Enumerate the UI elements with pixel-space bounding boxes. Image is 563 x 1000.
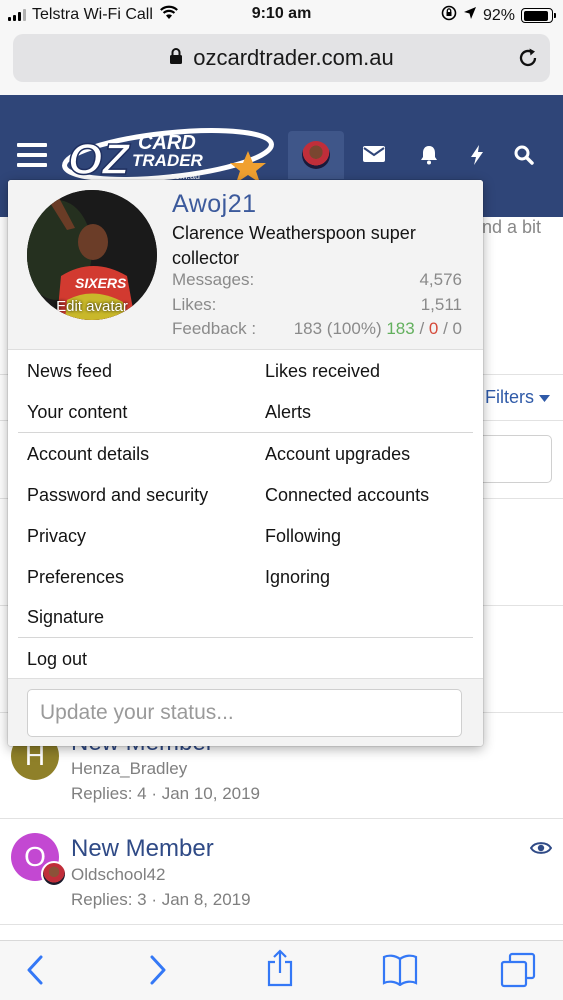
back-icon[interactable] bbox=[24, 953, 46, 992]
menu-divider bbox=[18, 637, 473, 638]
menu-link-preferences[interactable]: Preferences bbox=[27, 567, 124, 588]
status-bar: Telstra Wi-Fi Call 9:10 am 92% bbox=[0, 0, 563, 30]
lock-icon bbox=[169, 45, 183, 71]
feedback-neutral: 0 bbox=[452, 319, 462, 338]
edit-avatar-label[interactable]: Edit avatar bbox=[27, 298, 157, 315]
filters-button[interactable]: Filters bbox=[485, 387, 551, 408]
search-icon[interactable] bbox=[514, 145, 534, 170]
menu-link-account-details[interactable]: Account details bbox=[27, 444, 149, 465]
messages-stat[interactable]: Messages: 4,576 bbox=[172, 270, 462, 290]
feedback-label: Feedback : bbox=[172, 319, 257, 338]
feedback-separator: / bbox=[414, 319, 429, 338]
menu-link-log-out[interactable]: Log out bbox=[27, 649, 87, 670]
share-icon[interactable] bbox=[266, 949, 294, 992]
address-bar[interactable]: ozcardtrader.com.au bbox=[13, 34, 550, 82]
menu-link-alerts[interactable]: Alerts bbox=[265, 402, 311, 423]
address-text[interactable]: ozcardtrader.com.au bbox=[193, 45, 394, 71]
reload-icon[interactable] bbox=[516, 46, 540, 75]
feedback-stat[interactable]: Feedback : 183 (100%) 183 / 0 / 0 bbox=[172, 319, 462, 339]
menu-link-connected-accounts[interactable]: Connected accounts bbox=[265, 485, 429, 506]
account-menu-button[interactable] bbox=[288, 131, 344, 179]
status-update-input[interactable] bbox=[27, 689, 462, 737]
messages-value: 4,576 bbox=[419, 270, 462, 289]
divider bbox=[0, 924, 563, 925]
svg-text:TRADER: TRADER bbox=[132, 151, 204, 170]
menu-link-signature[interactable]: Signature bbox=[27, 607, 104, 628]
status-update-area bbox=[8, 678, 483, 746]
menu-link-account-upgrades[interactable]: Account upgrades bbox=[265, 444, 410, 465]
menu-link-privacy[interactable]: Privacy bbox=[27, 526, 86, 547]
header-avatar bbox=[302, 141, 330, 169]
menu-link-your-content[interactable]: Your content bbox=[27, 402, 127, 423]
forward-icon[interactable] bbox=[147, 953, 169, 992]
likes-stat[interactable]: Likes: 1,511 bbox=[172, 295, 462, 315]
menu-divider bbox=[18, 432, 473, 433]
feedback-summary: 183 (100%) bbox=[293, 319, 382, 338]
menu-link-following[interactable]: Following bbox=[265, 526, 341, 547]
thread-author[interactable]: Oldschool42 bbox=[71, 865, 166, 885]
profile-avatar[interactable]: SIXERS Edit avatar bbox=[27, 190, 157, 320]
location-icon bbox=[463, 6, 477, 25]
thread-author[interactable]: Henza_Bradley bbox=[71, 759, 187, 779]
bolt-icon[interactable] bbox=[470, 145, 484, 170]
bell-icon[interactable] bbox=[419, 145, 439, 170]
filters-label: Filters bbox=[485, 387, 534, 407]
username[interactable]: Awoj21 bbox=[172, 190, 257, 219]
feedback-negative: 0 bbox=[428, 319, 439, 338]
thread-title[interactable]: New Member bbox=[71, 835, 214, 863]
thread-list-item[interactable]: O New Member Oldschool42 Replies: 3 · Ja… bbox=[0, 818, 563, 924]
menu-link-likes-received[interactable]: Likes received bbox=[265, 361, 380, 382]
status-right: 92% bbox=[441, 5, 556, 26]
browser-toolbar bbox=[0, 940, 563, 1000]
orientation-lock-icon bbox=[441, 5, 457, 26]
hamburger-menu-icon[interactable] bbox=[17, 143, 47, 167]
tabs-icon[interactable] bbox=[500, 952, 536, 993]
caret-down-icon bbox=[539, 387, 551, 407]
battery-percent: 92% bbox=[482, 6, 515, 24]
battery-icon bbox=[521, 8, 556, 23]
thread-meta: Replies: 3 · Jan 8, 2019 bbox=[71, 890, 251, 909]
menu-link-news-feed[interactable]: News feed bbox=[27, 361, 112, 382]
svg-text:SIXERS: SIXERS bbox=[75, 275, 127, 291]
last-poster-avatar[interactable] bbox=[41, 861, 67, 887]
bookmarks-icon[interactable] bbox=[382, 954, 418, 991]
thread-meta: Replies: 4 · Jan 10, 2019 bbox=[71, 784, 261, 803]
feedback-positive: 183 bbox=[386, 319, 415, 338]
likes-value: 1,511 bbox=[420, 295, 462, 314]
feedback-separator: / bbox=[438, 319, 453, 338]
menu-link-ignoring[interactable]: Ignoring bbox=[265, 567, 330, 588]
svg-text:OZ: OZ bbox=[68, 135, 131, 184]
likes-label: Likes: bbox=[172, 295, 217, 314]
messages-label: Messages: bbox=[172, 270, 255, 289]
account-menu: SIXERS Edit avatar Awoj21 Clarence Weath… bbox=[8, 180, 483, 746]
envelope-icon[interactable] bbox=[363, 145, 385, 168]
eye-icon[interactable] bbox=[529, 841, 553, 860]
user-title: Clarence Weatherspoon super collector bbox=[172, 223, 416, 268]
menu-link-password-security[interactable]: Password and security bbox=[27, 485, 208, 506]
browser-address-area: ozcardtrader.com.au bbox=[0, 30, 563, 95]
account-menu-header: SIXERS Edit avatar Awoj21 Clarence Weath… bbox=[8, 180, 483, 350]
page-snippet-text: nd a bit bbox=[482, 217, 542, 237]
feedback-value: 183 (100%) 183 / 0 / 0 bbox=[294, 319, 462, 339]
